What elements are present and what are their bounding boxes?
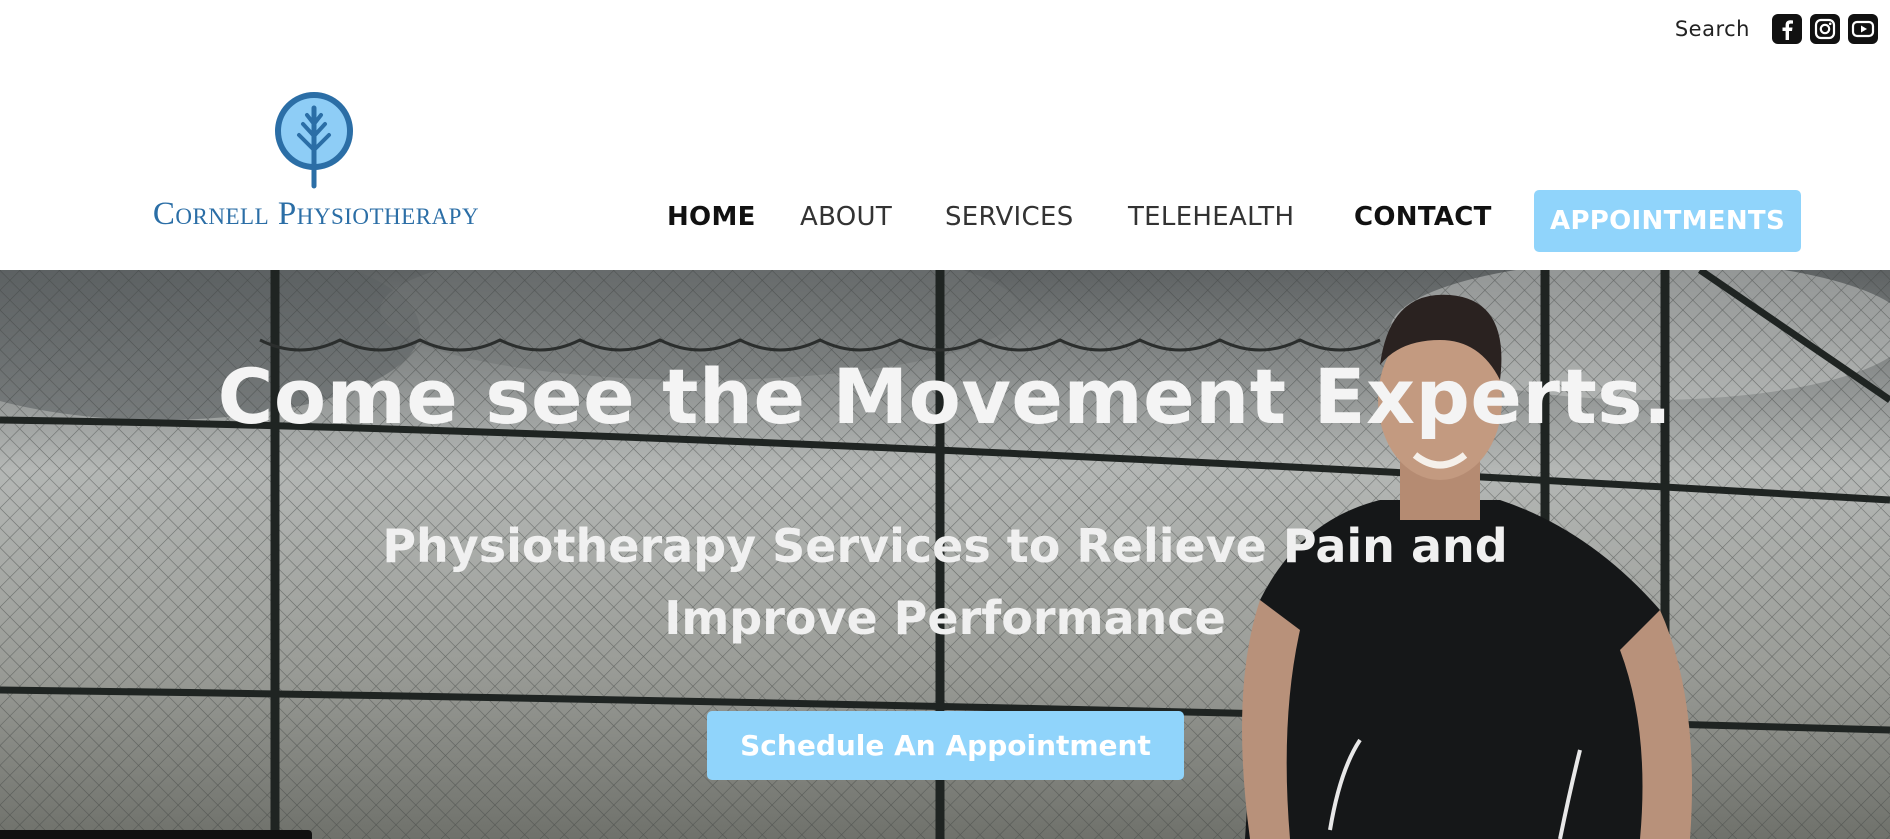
search-link[interactable]: Search bbox=[1675, 17, 1750, 41]
youtube-icon[interactable] bbox=[1848, 14, 1878, 44]
hero-subtitle: Physiotherapy Services to Relieve Pain a… bbox=[382, 519, 1508, 645]
site-header: Cornell Physiotherapy HOME ABOUT SERVICE… bbox=[0, 58, 1890, 270]
nav-item-contact[interactable]: CONTACT bbox=[1354, 202, 1492, 232]
nav-item-telehealth[interactable]: TELEHEALTH bbox=[1128, 202, 1294, 232]
hero-banner: Come see the Movement Experts. Physiothe… bbox=[0, 270, 1890, 839]
tree-logo-icon bbox=[275, 92, 353, 189]
schedule-appointment-button[interactable]: Schedule An Appointment bbox=[707, 711, 1184, 780]
top-bar: Search bbox=[0, 0, 1890, 58]
instagram-icon[interactable] bbox=[1810, 14, 1840, 44]
hero-title: Come see the Movement Experts. bbox=[217, 352, 1673, 441]
main-nav: HOME ABOUT SERVICES TELEHEALTH CONTACT A… bbox=[0, 190, 1890, 252]
appointments-button[interactable]: APPOINTMENTS bbox=[1534, 190, 1801, 252]
nav-item-about[interactable]: ABOUT bbox=[800, 202, 892, 232]
bottom-edge-bar bbox=[0, 830, 312, 839]
nav-item-home[interactable]: HOME bbox=[667, 202, 756, 232]
nav-item-services[interactable]: SERVICES bbox=[945, 202, 1074, 232]
facebook-icon[interactable] bbox=[1772, 14, 1802, 44]
